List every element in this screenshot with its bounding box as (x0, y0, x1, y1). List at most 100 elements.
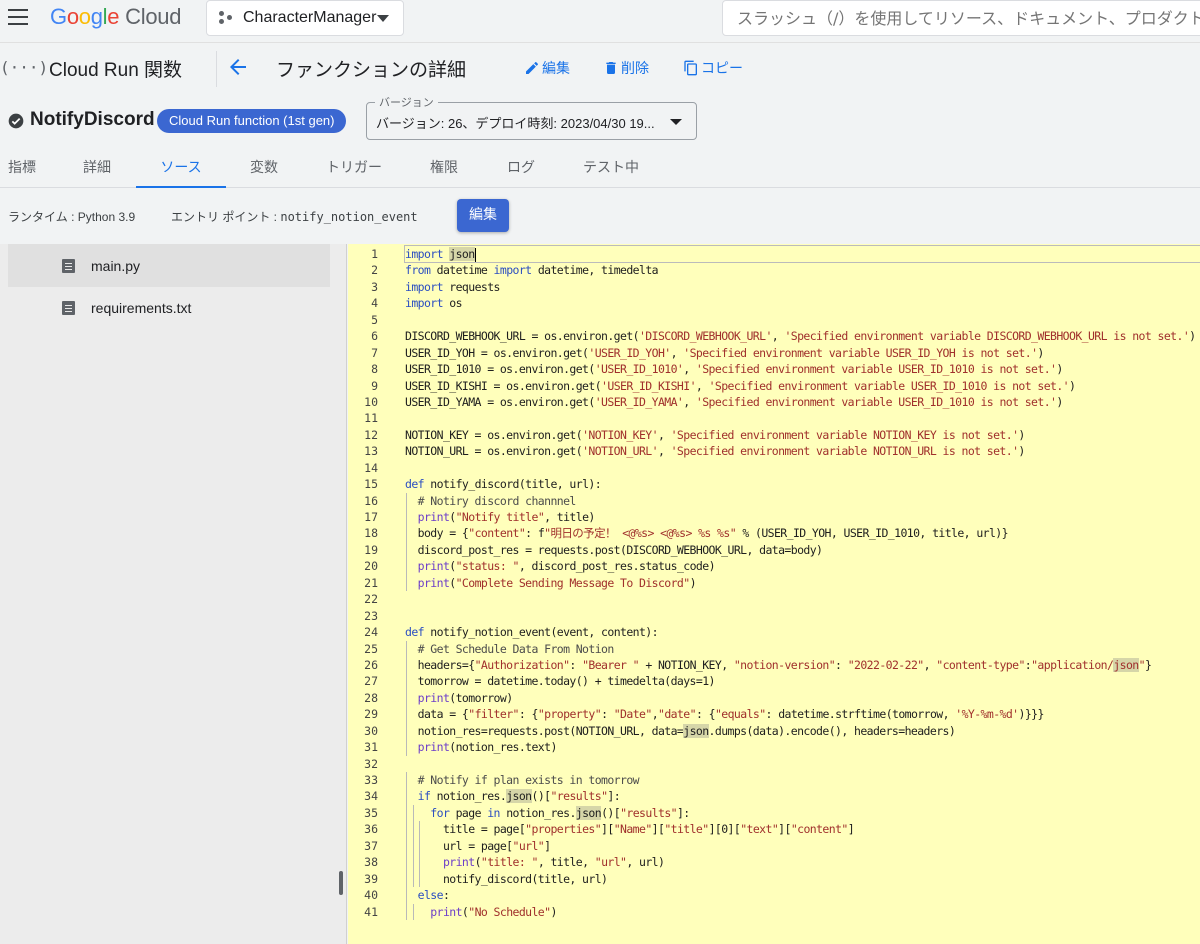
line-number: 24 (364, 625, 378, 640)
line-number: 29 (364, 707, 378, 722)
detail-tabs: 指標 詳細 ソース 変数 トリガー 権限 ログ テスト中 (0, 148, 1200, 188)
tab-testing[interactable]: テスト中 (568, 148, 654, 188)
tab-triggers[interactable]: トリガー (316, 148, 392, 188)
line-number: 32 (364, 756, 378, 771)
code-line[interactable]: # Notiry discord channnel (405, 492, 1200, 509)
function-name: NotifyDiscord (30, 109, 155, 130)
code-line[interactable] (405, 591, 1200, 607)
version-select[interactable]: バージョン バージョン: 26、デプロイ時刻: 2023/04/30 19... (366, 94, 697, 140)
code-line[interactable]: else: (405, 887, 1200, 904)
project-selector[interactable]: CharacterManager (206, 0, 404, 36)
code-line[interactable]: headers={"Authorization": "Bearer " + NO… (405, 656, 1200, 674)
line-number: 25 (364, 641, 378, 656)
cloud-run-functions-icon: (···) (0, 58, 49, 77)
back-arrow-icon[interactable] (226, 55, 250, 79)
line-number: 20 (364, 559, 378, 574)
line-number: 41 (364, 904, 378, 919)
code-line[interactable]: USER_ID_YOH = os.environ.get('USER_ID_YO… (405, 345, 1200, 361)
file-item-requirements-txt[interactable]: requirements.txt (8, 286, 330, 329)
tab-source[interactable]: ソース (136, 148, 226, 188)
generation-badge: Cloud Run function (1st gen) (157, 109, 347, 133)
google-cloud-logo[interactable]: Google Cloud (50, 4, 181, 30)
file-item-main-py[interactable]: main.py (8, 244, 330, 287)
line-number: 10 (364, 394, 378, 409)
line-number: 36 (364, 822, 378, 837)
line-number: 26 (364, 657, 378, 672)
line-number: 27 (364, 674, 378, 689)
code-line[interactable]: print("No Schedule") (405, 903, 1200, 920)
delete-function-button[interactable]: 削除 (603, 58, 649, 78)
line-number-gutter: 1 2 3 4 5 6 7 8 9 10 11 12 13 14 15 16 17 18 19 20 21 22 23 24 2… (348, 246, 388, 920)
tab-metrics[interactable]: 指標 (0, 148, 44, 188)
code-line[interactable]: print("Complete Sending Message To Disco… (405, 574, 1200, 592)
code-line[interactable] (405, 460, 1200, 476)
code-line[interactable]: DISCORD_WEBHOOK_URL = os.environ.get('DI… (405, 328, 1200, 344)
code-line[interactable]: body = {"content": f"明日の予定！ <@%s> <@%s> … (405, 525, 1200, 542)
code-line[interactable]: NOTION_KEY = os.environ.get('NOTION_KEY'… (405, 427, 1200, 443)
version-select-value: バージョン: 26、デプロイ時刻: 2023/04/30 19... (376, 116, 655, 131)
code-line[interactable] (405, 312, 1200, 328)
code-line[interactable]: print(tomorrow) (405, 689, 1200, 707)
code-line[interactable]: def notify_notion_event(event, content): (405, 624, 1200, 640)
code-line[interactable]: data = {"filter": {"property": "Date","d… (405, 706, 1200, 723)
code-line[interactable]: USER_ID_1010 = os.environ.get('USER_ID_1… (405, 361, 1200, 377)
code-line[interactable]: for page in notion_res.json()["results"]… (405, 804, 1200, 822)
panel-resize-handle[interactable] (339, 871, 343, 895)
edit-source-button[interactable]: 編集 (457, 199, 509, 232)
code-line[interactable]: import json (404, 244, 1200, 264)
line-number: 34 (364, 789, 378, 804)
hamburger-menu-icon[interactable] (8, 9, 30, 27)
file-name: requirements.txt (91, 299, 192, 316)
tab-details[interactable]: 詳細 (66, 148, 128, 188)
line-number: 2 (371, 263, 378, 278)
code-line[interactable] (405, 608, 1200, 624)
entry-point-label: エントリ ポイント : notify_notion_event (171, 210, 418, 224)
code-line[interactable]: NOTION_URL = os.environ.get('NOTION_URL'… (405, 443, 1200, 459)
code-line[interactable]: discord_post_res = requests.post(DISCORD… (405, 541, 1200, 559)
code-line[interactable]: import os (405, 295, 1200, 311)
code-line[interactable]: from datetime import datetime, timedelta (405, 262, 1200, 278)
code-line[interactable] (405, 756, 1200, 772)
line-number: 21 (364, 575, 378, 590)
line-number: 5 (371, 312, 378, 327)
code-line[interactable]: print("status: ", discord_post_res.statu… (405, 558, 1200, 575)
code-line[interactable]: USER_ID_YAMA = os.environ.get('USER_ID_Y… (405, 394, 1200, 410)
code-line[interactable]: title = page["properties"]["Name"]["titl… (405, 821, 1200, 838)
code-line[interactable]: # Get Schedule Data From Notion (405, 640, 1200, 657)
line-number: 40 (364, 888, 378, 903)
file-icon (62, 258, 75, 273)
code-line[interactable]: url = page["url"] (405, 837, 1200, 855)
code-editor[interactable]: 1 2 3 4 5 6 7 8 9 10 11 12 13 14 15 16 17 18 19 20 21 22 23 24 2… (348, 244, 1200, 944)
tab-permissions[interactable]: 権限 (412, 148, 476, 188)
code-line[interactable]: # Notify if plan exists in tomorrow (405, 772, 1200, 789)
file-tree: main.py requirements.txt (0, 244, 347, 944)
line-number: 33 (364, 773, 378, 787)
tab-variables[interactable]: 変数 (232, 148, 296, 188)
line-number: 28 (364, 690, 378, 705)
code-line[interactable]: USER_ID_KISHI = os.environ.get('USER_ID_… (405, 378, 1200, 394)
code-line[interactable] (405, 410, 1200, 426)
line-number: 30 (364, 723, 378, 738)
project-name: CharacterManager (243, 9, 377, 26)
line-number: 23 (364, 608, 378, 623)
line-number: 16 (364, 493, 378, 508)
tab-logs[interactable]: ログ (490, 148, 552, 188)
code-line[interactable]: print(notion_res.text) (405, 739, 1200, 756)
code-line[interactable]: tomorrow = datetime.today() + timedelta(… (405, 673, 1200, 690)
code-line[interactable]: notify_discord(title, url) (405, 870, 1200, 888)
code-line[interactable]: notion_res=requests.post(NOTION_URL, dat… (405, 722, 1200, 740)
line-number: 31 (364, 740, 378, 755)
code-line[interactable]: if notion_res.json()["results"]: (405, 788, 1200, 805)
line-number: 39 (364, 871, 378, 886)
copy-function-button[interactable]: コピー (683, 58, 743, 78)
line-number: 13 (364, 444, 378, 459)
page-header: (···) Cloud Run 関数 ファンクションの詳細 編集 削除 コピー (0, 42, 1200, 94)
code-line[interactable]: def notify_discord(title, url): (405, 476, 1200, 492)
code-line[interactable]: print("Notify title", title) (405, 509, 1200, 526)
code-line[interactable]: print("title: ", title, "url", url) (405, 854, 1200, 871)
code-line[interactable]: import requests (405, 279, 1200, 295)
edit-function-button[interactable]: 編集 (524, 58, 570, 78)
search-input[interactable] (722, 0, 1200, 36)
code-content[interactable]: import json from datetime import datetime… (404, 244, 1200, 920)
service-name: Cloud Run 関数 (49, 60, 183, 81)
